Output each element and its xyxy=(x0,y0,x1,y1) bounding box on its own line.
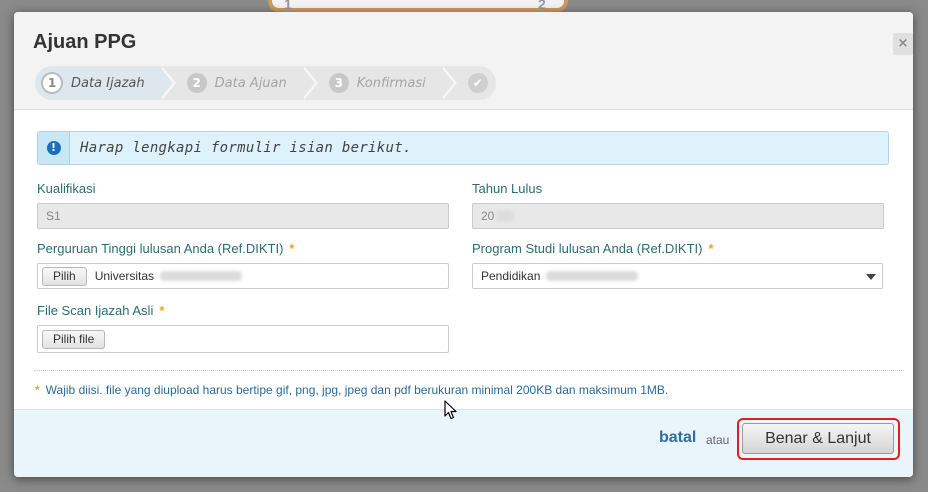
ajuan-ppg-dialog: Ajuan PPG × 1 Data Ijazah 2 Data Ajuan 3… xyxy=(14,12,913,477)
checkmark-icon: ✔ xyxy=(467,73,488,93)
wizard-step-konfirmasi[interactable]: 3 Konfirmasi xyxy=(300,66,457,100)
program-studi-select[interactable]: Pendidikan xyxy=(472,263,883,289)
perguruan-tinggi-label-text: Perguruan Tinggi lulusan Anda (Ref.DIKTI… xyxy=(37,241,284,256)
pilih-file-button[interactable]: Pilih file xyxy=(42,329,106,349)
background-wizard xyxy=(268,0,568,12)
program-studi-value: Pendidikan xyxy=(481,269,541,283)
step-number-2: 2 xyxy=(186,73,207,93)
wizard-step-data-ajuan[interactable]: 2 Data Ajuan xyxy=(158,66,318,100)
step-number-1: 1 xyxy=(41,72,63,94)
next-button[interactable]: Benar & Lanjut xyxy=(742,423,894,454)
cancel-link[interactable]: batal xyxy=(659,429,696,447)
kualifikasi-value: S1 xyxy=(46,209,61,223)
background-step-2-number: 2 xyxy=(538,0,546,12)
chevron-down-icon xyxy=(866,274,876,280)
required-marker: * xyxy=(35,383,40,397)
or-text: atau xyxy=(706,433,730,447)
file-scan-label: File Scan Ijazah Asli * xyxy=(37,303,164,318)
redacted-text xyxy=(546,271,639,281)
file-scan-label-text: File Scan Ijazah Asli xyxy=(37,303,154,318)
info-alert: ! Harap lengkapi formulir isian berikut. xyxy=(37,131,889,165)
wizard-steps: 1 Data Ijazah 2 Data Ajuan 3 Konfirmasi … xyxy=(35,66,496,100)
file-scan-field: Pilih file xyxy=(37,325,449,353)
alert-icon-container: ! xyxy=(38,132,70,164)
perguruan-tinggi-field: Pilih Universitas xyxy=(37,263,449,289)
redacted-text xyxy=(496,211,515,221)
wizard-step-data-ijazah[interactable]: 1 Data Ijazah xyxy=(35,66,176,100)
alert-message: Harap lengkapi formulir isian berikut. xyxy=(80,140,412,156)
tahun-lulus-field: 20 xyxy=(472,203,884,229)
kualifikasi-field: S1 xyxy=(37,203,449,229)
perguruan-tinggi-value: Universitas xyxy=(94,269,155,283)
program-studi-label-text: Program Studi lulusan Anda (Ref.DIKTI) xyxy=(472,241,703,256)
kualifikasi-label: Kualifikasi xyxy=(37,181,96,196)
exclamation-icon: ! xyxy=(46,141,61,155)
dialog-body: ! Harap lengkapi formulir isian berikut.… xyxy=(14,111,913,409)
dialog-header: Ajuan PPG × 1 Data Ijazah 2 Data Ajuan 3… xyxy=(14,12,913,110)
background-step-1-number: 1 xyxy=(284,0,292,12)
mouse-cursor-icon xyxy=(444,400,457,420)
dialog-title: Ajuan PPG xyxy=(33,31,137,53)
required-marker: * xyxy=(708,241,714,256)
required-note-text: Wajib diisi. file yang diupload harus be… xyxy=(45,383,669,397)
required-marker: * xyxy=(289,241,295,256)
perguruan-tinggi-label: Perguruan Tinggi lulusan Anda (Ref.DIKTI… xyxy=(37,241,294,256)
step-label: Data Ijazah xyxy=(71,75,145,91)
tahun-lulus-value: 20 xyxy=(481,209,495,223)
required-note: * Wajib diisi. file yang diupload harus b… xyxy=(35,383,668,397)
redacted-text xyxy=(160,271,243,281)
divider xyxy=(34,370,904,371)
step-label: Data Ajuan xyxy=(214,75,287,91)
close-icon[interactable]: × xyxy=(893,33,913,55)
required-marker: * xyxy=(159,303,165,318)
tahun-lulus-label: Tahun Lulus xyxy=(472,181,543,196)
dialog-footer: batal atau Benar & Lanjut xyxy=(14,409,913,477)
step-label: Konfirmasi xyxy=(356,75,426,91)
step-number-3: 3 xyxy=(328,73,349,93)
pilih-button[interactable]: Pilih xyxy=(42,266,87,286)
program-studi-label: Program Studi lulusan Anda (Ref.DIKTI) * xyxy=(472,241,714,256)
